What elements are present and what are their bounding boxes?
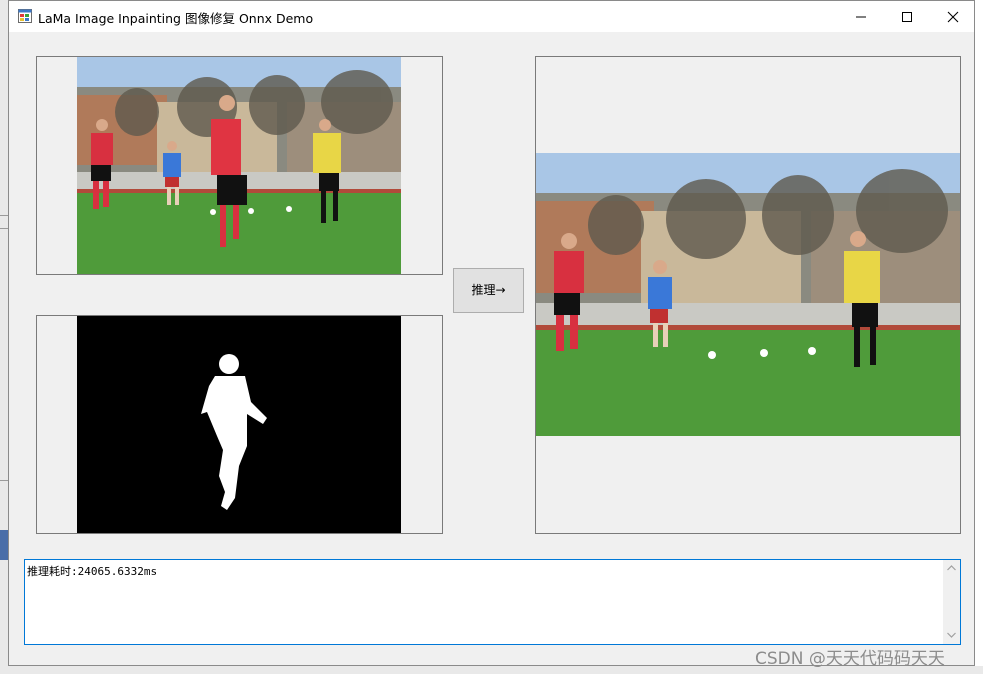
close-icon: [947, 11, 959, 23]
csdn-watermark: CSDN @天天代码码天天: [755, 649, 945, 669]
app-window-icon: [18, 9, 32, 23]
inference-time-text: 推理耗时:24065.6332ms: [27, 565, 158, 578]
minimize-icon: [856, 16, 866, 18]
scroll-up-button[interactable]: [943, 560, 960, 577]
main-window: LaMa Image Inpainting 图像修复 Onnx Demo 推理→…: [8, 0, 975, 666]
chevron-up-icon: [947, 565, 956, 571]
maximize-button[interactable]: [884, 1, 930, 32]
log-scrollbar[interactable]: [943, 560, 960, 644]
result-photo: [536, 153, 960, 436]
source-photo: [77, 57, 401, 274]
minimize-button[interactable]: [838, 1, 884, 32]
title-bar[interactable]: LaMa Image Inpainting 图像修复 Onnx Demo: [9, 1, 974, 32]
maximize-icon: [902, 12, 912, 22]
chevron-down-icon: [947, 632, 956, 638]
scroll-down-button[interactable]: [943, 627, 960, 644]
close-button[interactable]: [930, 1, 976, 32]
mask-photo: [77, 316, 401, 533]
log-textbox[interactable]: 推理耗时:24065.6332ms: [24, 559, 961, 645]
desktop-background-left: [0, 0, 8, 674]
result-image-box[interactable]: [535, 56, 961, 534]
window-title: LaMa Image Inpainting 图像修复 Onnx Demo: [38, 11, 314, 26]
mask-image-box[interactable]: [36, 315, 443, 534]
infer-button[interactable]: 推理→: [453, 268, 524, 313]
source-image-box[interactable]: [36, 56, 443, 275]
